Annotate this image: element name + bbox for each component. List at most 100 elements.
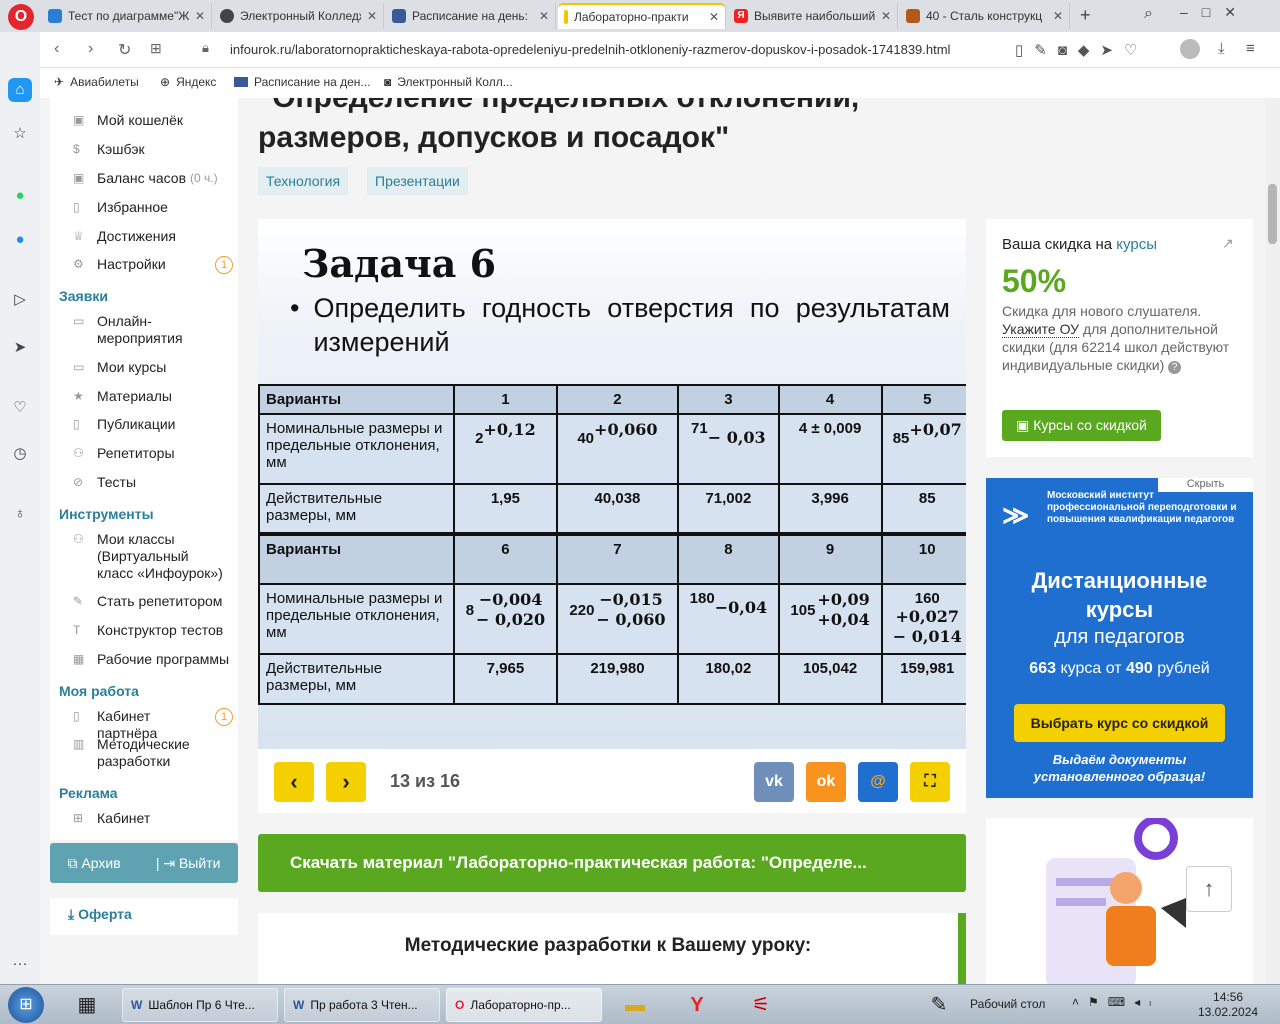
history-icon[interactable]: ◷ bbox=[8, 442, 32, 466]
tray-icons[interactable]: ˄⚑⌨◂ₗ bbox=[1072, 995, 1160, 1009]
menu-work-programs[interactable]: ▦ Рабочие программы bbox=[73, 651, 229, 668]
speed-dial-icon[interactable]: ⊞ bbox=[150, 40, 162, 57]
discount-courses-button[interactable]: ▣ Курсы со скидкой bbox=[1002, 410, 1161, 441]
section-heading: Заявки bbox=[59, 288, 108, 304]
close-icon[interactable]: ✕ bbox=[195, 9, 205, 23]
clock[interactable]: 14:56 13.02.2024 bbox=[1198, 990, 1258, 1020]
taskbar-opera[interactable]: O Лабораторно-пр... bbox=[446, 988, 602, 1022]
choose-course-button[interactable]: Выбрать курс со скидкой bbox=[1014, 704, 1225, 742]
tag-technology[interactable]: Технология bbox=[258, 167, 349, 195]
share-vk-button[interactable]: vk bbox=[754, 762, 794, 802]
tab-2[interactable]: Электронный Колледж ✕ bbox=[214, 3, 384, 29]
menu-method-dev[interactable]: ▥ Методические разработки bbox=[73, 736, 203, 770]
help-icon[interactable]: ? bbox=[1168, 361, 1182, 374]
prev-slide-button[interactable]: ‹ bbox=[274, 762, 314, 802]
page-scrollbar[interactable] bbox=[1265, 98, 1280, 984]
tab-4-active[interactable]: Лабораторно-практи ✕ bbox=[558, 3, 726, 29]
download-material-button[interactable]: Скачать материал "Лабораторно-практическ… bbox=[258, 834, 966, 892]
whatsapp-icon[interactable]: ● bbox=[8, 184, 32, 208]
yandex-browser-icon[interactable]: Y bbox=[680, 988, 714, 1022]
menu-tests[interactable]: ⊘ Тесты bbox=[73, 474, 136, 491]
chevron-left-icon: ‹ bbox=[290, 769, 298, 794]
send-icon[interactable]: ➤ bbox=[8, 336, 32, 360]
menu-hours[interactable]: ▣ Баланс часов (0 ч.) bbox=[73, 170, 218, 187]
menu-ad-cabinet[interactable]: ⊞ Кабинет bbox=[73, 810, 150, 827]
forward-icon[interactable]: › bbox=[88, 40, 93, 58]
player-icon[interactable]: ▷ bbox=[8, 288, 32, 312]
tab-5[interactable]: Я Выявите наибольший ✕ bbox=[728, 3, 898, 29]
menu-online-events[interactable]: ▭ Онлайн-мероприятия bbox=[73, 313, 203, 347]
new-tab-plus-icon[interactable]: + bbox=[1080, 5, 1091, 26]
menu-settings[interactable]: ⚙ Настройки 1 bbox=[73, 256, 233, 274]
oferta-link[interactable]: ⤓ Оферта bbox=[50, 898, 238, 935]
specify-school-link[interactable]: Укажите ОУ bbox=[1002, 321, 1080, 338]
search-tabs-icon[interactable]: ⌕ bbox=[1144, 5, 1153, 23]
menu-test-builder[interactable]: T Конструктор тестов bbox=[73, 622, 223, 639]
next-slide-button[interactable]: › bbox=[326, 762, 366, 802]
home-icon[interactable]: ⌂ bbox=[8, 78, 32, 102]
menu-become-tutor[interactable]: ✎ Стать репетитором bbox=[73, 593, 222, 610]
heart-icon[interactable]: ♡ bbox=[8, 396, 32, 420]
menu-cashback[interactable]: $ Кэшбэк bbox=[73, 141, 145, 158]
variant-cell: 4 bbox=[777, 384, 883, 415]
pdf-reader-icon[interactable]: ⚟ bbox=[744, 988, 778, 1022]
window-controls[interactable]: –□✕ bbox=[1180, 4, 1250, 21]
address-bar-actions[interactable]: ▯✎◙◆➤♡ bbox=[1015, 41, 1148, 59]
ad-banner[interactable]: Скрыть ≫ Московский институт профессиона… bbox=[986, 478, 1253, 798]
windows-start-icon[interactable]: ⊞ bbox=[8, 987, 44, 1023]
tag-presentations[interactable]: Презентации bbox=[367, 167, 468, 195]
text-icon: T bbox=[73, 623, 81, 637]
menu-achievements[interactable]: ♕ Достижения bbox=[73, 228, 176, 245]
back-icon[interactable]: ‹ bbox=[54, 40, 59, 58]
profile-avatar-icon[interactable] bbox=[1180, 39, 1200, 59]
close-icon[interactable]: ✕ bbox=[539, 9, 549, 23]
menu-wallet[interactable]: ▣ Мой кошелёк bbox=[73, 112, 183, 129]
lightbulb-icon[interactable]: ♁ bbox=[8, 502, 32, 526]
folder-icon[interactable]: ▬ bbox=[618, 988, 652, 1022]
close-icon[interactable]: ✕ bbox=[709, 10, 719, 24]
url-field[interactable]: infourok.ru/laboratornoprakticheskaya-ra… bbox=[230, 42, 950, 57]
bookmark-3[interactable]: Расписание на ден... bbox=[234, 75, 370, 89]
taskbar-word-2[interactable]: W Пр работа 3 Чтен... bbox=[284, 988, 440, 1022]
tab-6[interactable]: 40 - Сталь конструкц ✕ bbox=[900, 3, 1070, 29]
menu-my-courses[interactable]: ▭ Мои курсы bbox=[73, 359, 166, 376]
more-icon[interactable]: ··· bbox=[8, 952, 32, 976]
menu-icon[interactable]: ≡ bbox=[1246, 40, 1255, 57]
share-mail-button[interactable]: @ bbox=[858, 762, 898, 802]
download-icon[interactable]: ⤓ bbox=[1218, 40, 1225, 57]
logout-button[interactable]: | ⇥ Выйти bbox=[156, 855, 221, 872]
paint-icon[interactable]: ✎ bbox=[922, 988, 956, 1022]
courses-link[interactable]: курсы bbox=[1116, 236, 1157, 253]
tab-1[interactable]: Тест по диаграмме"Ж ✕ bbox=[42, 3, 212, 29]
fullscreen-button[interactable]: ⛶ bbox=[910, 762, 950, 802]
tab-3[interactable]: Расписание на день: ✕ bbox=[386, 3, 556, 29]
bookmark-1[interactable]: ✈ Авиабилеты bbox=[54, 75, 139, 89]
tab-favicon-icon bbox=[564, 10, 568, 24]
calculator-icon[interactable]: ▦ bbox=[70, 988, 104, 1022]
lower-deviation: −0,04 bbox=[714, 598, 768, 617]
scroll-to-top-button[interactable]: ↑ bbox=[1186, 866, 1232, 912]
menu-tutors[interactable]: ⚇ Репетиторы bbox=[73, 445, 175, 462]
opera-logo[interactable]: O bbox=[8, 4, 34, 30]
menu-publications[interactable]: ▯ Публикации bbox=[73, 416, 175, 433]
share-ok-button[interactable]: ok bbox=[806, 762, 846, 802]
archive-button[interactable]: ⧉ Архив bbox=[68, 855, 121, 872]
menu-label: Достижения bbox=[97, 228, 176, 244]
arrow-external-icon[interactable]: ↗ bbox=[1222, 235, 1234, 252]
close-icon[interactable]: ✕ bbox=[881, 9, 891, 23]
reload-icon[interactable]: ↻ bbox=[118, 40, 131, 60]
vk-icon[interactable]: ● bbox=[8, 228, 32, 252]
star-icon[interactable]: ☆ bbox=[8, 122, 32, 146]
close-icon[interactable]: ✕ bbox=[367, 9, 377, 23]
menu-my-classes[interactable]: ⚇ Мои классы (Виртуальный класс «Инфоурок… bbox=[73, 531, 223, 582]
close-icon[interactable]: ✕ bbox=[1053, 9, 1063, 23]
bookmark-2[interactable]: ⊕ Яндекс bbox=[160, 75, 216, 89]
schedule-icon bbox=[234, 77, 248, 87]
document-icon: ▯ bbox=[73, 417, 80, 431]
taskbar-word-1[interactable]: W Шаблон Пр 6 Чте... bbox=[122, 988, 278, 1022]
desktop-toolbar-label[interactable]: Рабочий стол bbox=[970, 997, 1045, 1011]
menu-favorites[interactable]: ▯ Избранное bbox=[73, 199, 168, 216]
scrollbar-thumb[interactable] bbox=[1268, 184, 1277, 244]
bookmark-4[interactable]: ◙ Электронный Колл... bbox=[384, 75, 513, 89]
menu-materials[interactable]: ★ Материалы bbox=[73, 388, 172, 405]
